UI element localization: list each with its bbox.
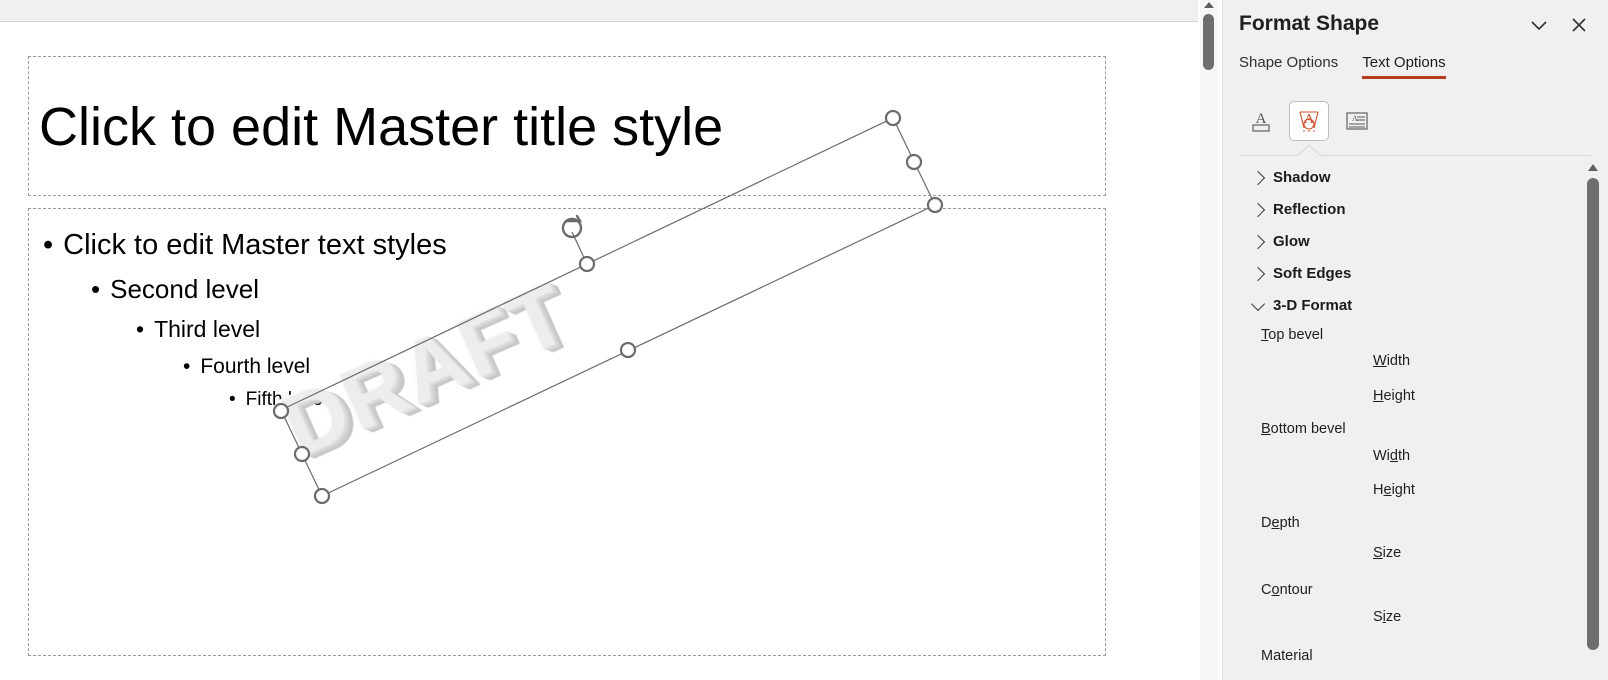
slide-canvas[interactable]: Click to edit Master title style • Click…: [0, 22, 1198, 680]
textbox-layout-icon[interactable]: A: [1337, 101, 1377, 141]
canvas-vertical-scrollbar[interactable]: [1200, 0, 1218, 680]
handle-corner-tr: [884, 109, 902, 127]
bottom-bevel-width-label: Width: [1373, 448, 1411, 464]
tab-text-options[interactable]: Text Options: [1362, 54, 1447, 79]
section-glow[interactable]: Glow: [1250, 233, 1310, 250]
svg-text:A: A: [1352, 114, 1358, 123]
slide-master-surface[interactable]: Click to edit Master title style • Click…: [0, 22, 1198, 680]
scrollbar-thumb[interactable]: [1203, 14, 1214, 70]
scrollbar-thumb[interactable]: [1587, 178, 1599, 650]
chevron-right-icon: [1250, 266, 1266, 281]
section-soft-edges[interactable]: Soft Edges: [1250, 265, 1352, 282]
depth-size-label: Size: [1373, 545, 1402, 561]
material-label: Material: [1261, 648, 1313, 664]
pane-divider-left: [1239, 155, 1297, 156]
chevron-down-icon: [1250, 296, 1266, 311]
ribbon-strip: [0, 0, 1198, 22]
format-shape-pane: Format Shape Shape Options Text Options: [1222, 0, 1608, 680]
handle-mid-top: [578, 255, 596, 273]
section-reflection-label: Reflection: [1273, 201, 1346, 218]
handle-mid-bottom: [619, 341, 637, 359]
scroll-up-arrow-icon[interactable]: [1588, 164, 1598, 171]
selection-handles: [272, 109, 944, 505]
text-options-icon-tabs: A A A: [1241, 101, 1377, 141]
handle-corner-tl: [272, 402, 290, 420]
contour-label: Contour: [1261, 582, 1313, 598]
chevron-right-icon: [1250, 170, 1266, 185]
text-fill-outline-icon[interactable]: A: [1241, 101, 1281, 141]
chevron-right-icon: [1250, 202, 1266, 217]
shape-selection-frame: [272, 109, 944, 505]
top-bevel-label-rest: op bevel: [1268, 327, 1324, 343]
top-bevel-height-label: Height: [1373, 388, 1415, 404]
top-bevel-label: Top bevel: [1261, 327, 1324, 343]
section-reflection[interactable]: Reflection: [1250, 201, 1346, 218]
chevron-down-icon[interactable]: [1525, 11, 1553, 39]
section-3d-format[interactable]: 3-D Format: [1250, 296, 1353, 314]
pane-divider-right: [1321, 155, 1591, 156]
close-icon[interactable]: [1565, 11, 1593, 39]
bottom-bevel-label: Bottom bevel: [1261, 421, 1346, 437]
pane-vertical-scrollbar[interactable]: [1585, 160, 1601, 680]
text-effects-icon[interactable]: A: [1289, 101, 1329, 141]
chevron-right-icon: [1250, 234, 1266, 249]
depth-label: Depth: [1261, 515, 1300, 531]
tab-shape-options[interactable]: Shape Options: [1239, 54, 1338, 79]
scroll-up-arrow-icon[interactable]: [1204, 2, 1214, 8]
handle-corner-bl: [313, 487, 331, 505]
selected-icon-notch: [1297, 145, 1321, 156]
handle-mid-right-top: [905, 153, 923, 171]
section-shadow[interactable]: Shadow: [1250, 169, 1331, 186]
section-soft-edges-label: Soft Edges: [1273, 265, 1352, 282]
handle-mid-left: [293, 445, 311, 463]
handle-corner-br: [926, 196, 944, 214]
pane-tabs: Shape Options Text Options: [1239, 54, 1447, 79]
contour-size-label: Size: [1373, 609, 1402, 625]
section-shadow-label: Shadow: [1273, 169, 1331, 186]
bottom-bevel-height-label: Height: [1373, 482, 1415, 498]
top-bevel-width-label: Width: [1373, 353, 1411, 369]
pane-title: Format Shape: [1239, 12, 1380, 35]
powerpoint-slide-master-window: Click to edit Master title style • Click…: [0, 0, 1608, 680]
section-3d-format-label: 3-D Format: [1273, 297, 1353, 314]
section-glow-label: Glow: [1273, 233, 1310, 250]
